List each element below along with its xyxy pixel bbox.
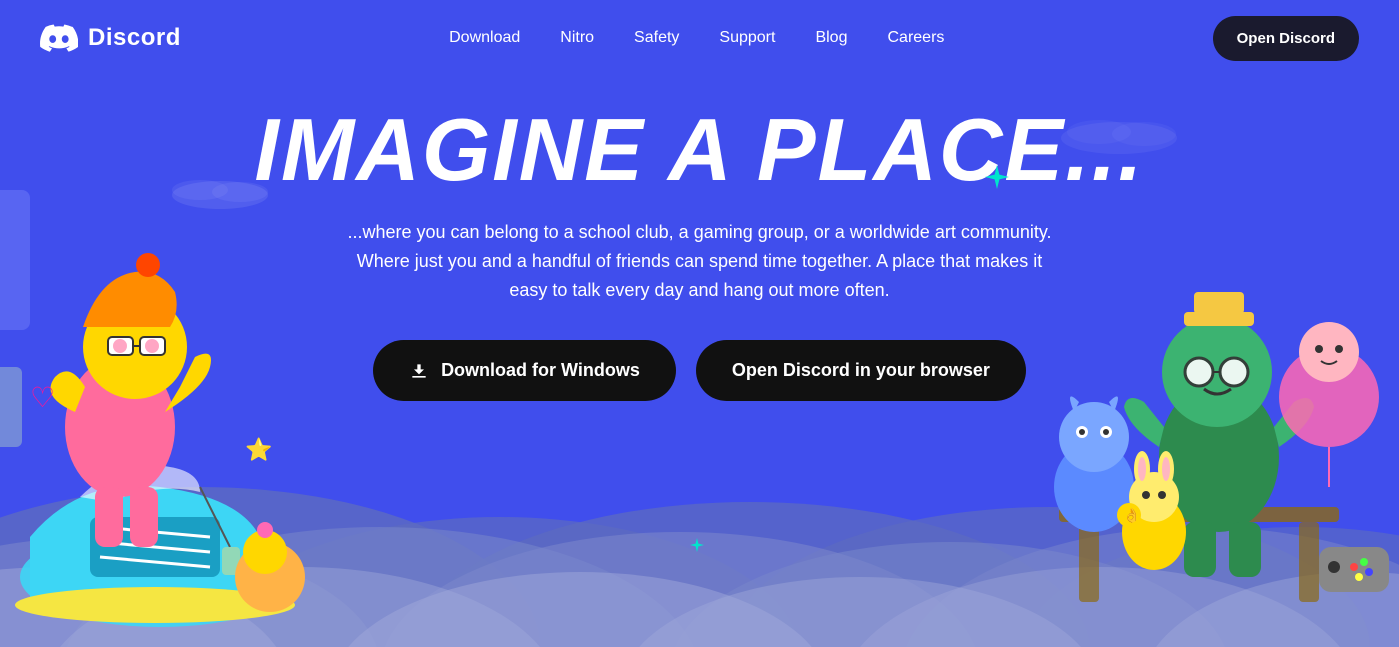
hero-subtitle: ...where you can belong to a school club…	[340, 218, 1060, 304]
page-wrapper: ♡ ⭐	[0, 0, 1399, 647]
nav-link-download[interactable]: Download	[449, 29, 520, 47]
download-windows-button[interactable]: Download for Windows	[373, 340, 676, 401]
hero-buttons: Download for Windows Open Discord in you…	[373, 340, 1026, 401]
svg-text:⭐: ⭐	[245, 437, 272, 462]
nav-link-support[interactable]: Support	[719, 29, 775, 47]
character-right-illustration: 👌	[999, 117, 1399, 647]
logo[interactable]: Discord	[40, 24, 181, 52]
download-windows-label: Download for Windows	[441, 360, 640, 381]
nav-links: Download Nitro Safety Support Blog Caree…	[449, 29, 944, 47]
svg-text:♡: ♡	[30, 382, 55, 413]
download-icon	[409, 361, 429, 381]
nav-link-careers[interactable]: Careers	[887, 29, 944, 47]
open-discord-button[interactable]: Open Discord	[1213, 16, 1359, 61]
nav-link-blog[interactable]: Blog	[815, 29, 847, 47]
navbar: Discord Download Nitro Safety Support Bl…	[0, 0, 1399, 76]
svg-text:👌: 👌	[1123, 507, 1140, 524]
discord-logo-icon	[40, 24, 78, 52]
nav-link-safety[interactable]: Safety	[634, 29, 679, 47]
open-browser-button[interactable]: Open Discord in your browser	[696, 340, 1026, 401]
brand-name: Discord	[88, 24, 181, 52]
character-left-illustration: ♡ ⭐	[0, 117, 360, 647]
nav-link-nitro[interactable]: Nitro	[560, 29, 594, 47]
